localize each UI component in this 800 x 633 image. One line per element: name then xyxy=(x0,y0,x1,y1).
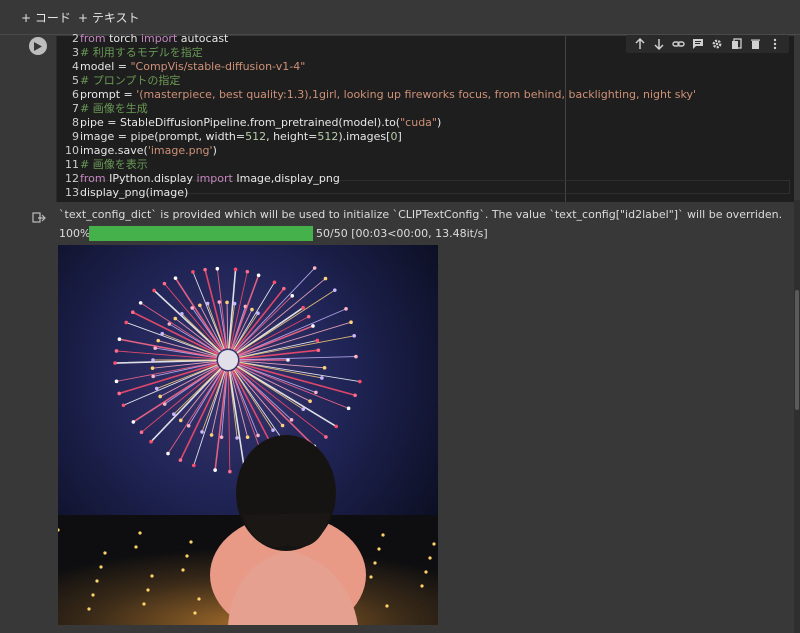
page-scrollbar-thumb[interactable] xyxy=(795,290,799,410)
progress-stats: 50/50 [00:03<00:00, 13.48it/s] xyxy=(316,227,488,240)
line-number: 3 xyxy=(72,46,79,59)
link-icon[interactable] xyxy=(671,37,685,51)
warning-text: `text_config_dict` is provided which wil… xyxy=(59,208,783,221)
run-cell-button[interactable] xyxy=(29,37,47,55)
code-line[interactable]: 11 # 画像を表示 xyxy=(57,158,794,172)
progress-bar-fill xyxy=(89,226,313,241)
progress-percent: 100% xyxy=(59,227,91,240)
line-number: 13 xyxy=(65,186,79,199)
line-number: 10 xyxy=(65,144,79,157)
code-text: model = "CompVis/stable-diffusion-v1-4" xyxy=(80,60,306,73)
add-code-label: + コード xyxy=(21,11,71,25)
add-code-button[interactable]: + コード xyxy=(21,9,71,26)
code-text: image.save('image.png') xyxy=(80,144,217,157)
line-number: 9 xyxy=(72,130,79,143)
arrow-up-icon[interactable] xyxy=(633,37,647,51)
code-text: # 画像を生成 xyxy=(80,102,148,115)
code-text: pipe = StableDiffusionPipeline.from_pret… xyxy=(80,116,442,129)
play-icon xyxy=(34,41,42,51)
line-number: 2 xyxy=(72,32,79,45)
code-text: from IPython.display import Image,displa… xyxy=(80,172,340,185)
code-line[interactable]: 8 pipe = StableDiffusionPipeline.from_pre… xyxy=(57,116,794,130)
progress-bar xyxy=(89,226,313,241)
code-text: # 画像を表示 xyxy=(80,158,148,171)
arrow-down-icon[interactable] xyxy=(652,37,666,51)
code-line[interactable]: 6 prompt = '(masterpiece, best quality:1.… xyxy=(57,88,794,102)
code-line[interactable]: 5 # プロンプトの指定 xyxy=(57,74,794,88)
code-text: prompt = '(masterpiece, best quality:1.3… xyxy=(80,88,697,101)
line-number: 8 xyxy=(72,116,79,129)
notebook-toolbar: + コード + テキスト xyxy=(0,0,800,35)
line-number: 7 xyxy=(72,102,79,115)
code-text: from torch import autocast xyxy=(80,32,229,45)
code-editor[interactable]: 2 from torch import autocast 3 # 利用するモデルを指定… xyxy=(56,32,794,202)
code-text: # 利用するモデルを指定 xyxy=(80,46,203,59)
code-line[interactable]: 12 from IPython.display import Image,disp… xyxy=(57,172,794,186)
more-icon[interactable] xyxy=(768,37,782,51)
generated-image xyxy=(58,245,438,625)
trash-icon[interactable] xyxy=(749,37,763,51)
cell-toolbar xyxy=(626,35,789,53)
code-text: # プロンプトの指定 xyxy=(80,74,181,87)
line-number: 11 xyxy=(65,158,79,171)
comment-icon[interactable] xyxy=(691,37,705,51)
output-icon[interactable] xyxy=(32,210,46,224)
line-number: 6 xyxy=(72,88,79,101)
gear-icon[interactable] xyxy=(710,37,724,51)
line-number: 4 xyxy=(72,60,79,73)
mirror-icon[interactable] xyxy=(730,37,744,51)
code-line[interactable]: 9 image = pipe(prompt, width=512, height=… xyxy=(57,130,794,144)
page-scrollbar-track xyxy=(794,200,800,633)
code-line[interactable]: 10 image.save('image.png') xyxy=(57,144,794,158)
code-text: image = pipe(prompt, width=512, height=5… xyxy=(80,130,402,143)
code-line[interactable]: 13 display_png(image) xyxy=(57,186,794,200)
code-line[interactable]: 4 model = "CompVis/stable-diffusion-v1-4" xyxy=(57,60,794,74)
line-number: 5 xyxy=(72,74,79,87)
add-text-label: + テキスト xyxy=(78,11,140,25)
code-text: display_png(image) xyxy=(80,186,189,199)
code-line[interactable]: 7 # 画像を生成 xyxy=(57,102,794,116)
add-text-button[interactable]: + テキスト xyxy=(78,9,140,26)
line-number: 12 xyxy=(65,172,79,185)
